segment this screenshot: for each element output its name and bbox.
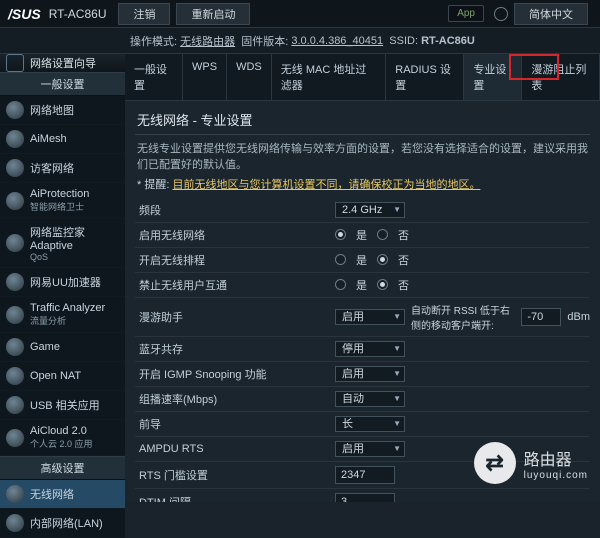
tab-2[interactable]: WDS: [227, 54, 272, 100]
label-ampdu: AMPDU RTS: [135, 443, 335, 455]
panel-title: 无线网络 - 专业设置: [125, 101, 600, 134]
sidebar-adv-item-1[interactable]: 内部网络(LAN): [0, 509, 125, 538]
main-panel: 一般设置WPSWDS无线 MAC 地址过滤器RADIUS 设置专业设置漫游阻止列…: [125, 54, 600, 502]
model-label: RT-AC86U: [49, 7, 119, 21]
roaming-select[interactable]: 启用: [335, 309, 405, 325]
app-link[interactable]: App: [448, 5, 484, 22]
roaming-rssi-input[interactable]: [521, 308, 561, 326]
bt-select[interactable]: 停用: [335, 341, 405, 357]
sidebar-item-1[interactable]: AiMesh: [0, 125, 125, 154]
label-enable-radio: 启用无线网络: [135, 227, 335, 243]
info-bar: 操作模式: 无线路由器 固件版本: 3.0.0.4.386_40451 SSID…: [0, 28, 600, 54]
section-general: 一般设置: [0, 72, 125, 96]
label-bt: 蓝牙共存: [135, 341, 335, 357]
tab-4[interactable]: RADIUS 设置: [386, 54, 464, 100]
sidebar-item-4[interactable]: 网络监控家 AdaptiveQoS: [0, 219, 125, 268]
label-band: 频段: [135, 202, 335, 218]
rssi-unit: dBm: [567, 311, 590, 323]
sidebar-item-3[interactable]: AiProtection智能网络卫士: [0, 183, 125, 219]
sidebar-item-9[interactable]: USB 相关应用: [0, 391, 125, 420]
watermark: ⇄ 路由器 luyouqi.com: [474, 442, 588, 484]
reboot-button[interactable]: 重新启动: [176, 3, 250, 25]
mcast-select[interactable]: 自动: [335, 391, 405, 407]
tab-6[interactable]: 漫游阻止列表: [522, 54, 600, 100]
sidebar-item-0[interactable]: 网络地图: [0, 96, 125, 125]
watermark-icon: ⇄: [474, 442, 516, 484]
sched-yes[interactable]: [335, 254, 346, 265]
label-dtim: DTIM 间隔: [135, 494, 335, 502]
mode-value[interactable]: 无线路由器: [180, 33, 235, 49]
panel-desc: 无线专业设置提供您无线网络传输与效率方面的设置，若您没有选择适合的设置，建议采用…: [125, 135, 600, 176]
sidebar-icon: [6, 273, 24, 291]
igmp-select[interactable]: 启用: [335, 366, 405, 382]
brand-logo: /SUS: [0, 6, 49, 22]
sched-no[interactable]: [377, 254, 388, 265]
fw-value[interactable]: 3.0.0.4.386_40451: [291, 35, 383, 47]
sidebar-icon: [6, 514, 24, 532]
sidebar: 网络设置向导 一般设置 网络地图AiMesh访客网络AiProtection智能…: [0, 54, 125, 502]
preamble-select[interactable]: 长: [335, 416, 405, 432]
dtim-input[interactable]: [335, 493, 395, 502]
ssid-value: RT-AC86U: [421, 35, 475, 47]
mode-label: 操作模式:: [130, 33, 177, 49]
isolate-no[interactable]: [377, 279, 388, 290]
label-igmp: 开启 IGMP Snooping 功能: [135, 366, 335, 382]
sidebar-icon: [6, 485, 24, 503]
sidebar-icon: [6, 192, 24, 210]
roaming-hint: 自动断开 RSSI 低于右侧的移动客户端开:: [411, 302, 515, 332]
sidebar-item-6[interactable]: Traffic Analyzer流量分析: [0, 297, 125, 333]
isolate-yes[interactable]: [335, 279, 346, 290]
sidebar-icon: [6, 396, 24, 414]
sidebar-icon: [6, 130, 24, 148]
panel-warn: * 提醒: 目前无线地区与您计算机设置不同，请确保校正为当地的地区。: [125, 176, 600, 198]
ampdu-select[interactable]: 启用: [335, 441, 405, 457]
sidebar-item-2[interactable]: 访客网络: [0, 154, 125, 183]
watermark-title: 路由器: [524, 446, 588, 470]
label-enable-sched: 开启无线排程: [135, 252, 335, 268]
sidebar-item-8[interactable]: Open NAT: [0, 362, 125, 391]
sidebar-adv-item-0[interactable]: 无线网络: [0, 480, 125, 509]
qis-label: 网络设置向导: [30, 55, 96, 71]
label-rts: RTS 门槛设置: [135, 467, 335, 483]
sidebar-icon: [6, 159, 24, 177]
ssid-label: SSID:: [389, 35, 418, 47]
sidebar-item-10[interactable]: AiCloud 2.0个人云 2.0 应用: [0, 420, 125, 456]
language-select[interactable]: 简体中文: [514, 3, 588, 25]
fw-label: 固件版本:: [241, 33, 288, 49]
watermark-url: luyouqi.com: [524, 470, 588, 481]
sidebar-icon: [6, 234, 24, 252]
wizard-icon: [6, 54, 24, 72]
qis-hero[interactable]: 网络设置向导: [0, 54, 125, 72]
globe-icon: [494, 7, 508, 21]
sidebar-item-5[interactable]: 网易UU加速器: [0, 268, 125, 297]
band-select[interactable]: 2.4 GHz: [335, 202, 405, 218]
enable-radio-no[interactable]: [377, 229, 388, 240]
warn-link[interactable]: 目前无线地区与您计算机设置不同，请确保校正为当地的地区。: [172, 179, 480, 191]
label-preamble: 前导: [135, 416, 335, 432]
sidebar-icon: [6, 338, 24, 356]
sidebar-icon: [6, 306, 24, 324]
label-roaming: 漫游助手: [135, 309, 335, 325]
sidebar-icon: [6, 367, 24, 385]
label-mcast: 组播速率(Mbps): [135, 391, 335, 407]
tab-3[interactable]: 无线 MAC 地址过滤器: [272, 54, 386, 100]
sidebar-icon: [6, 101, 24, 119]
tab-bar: 一般设置WPSWDS无线 MAC 地址过滤器RADIUS 设置专业设置漫游阻止列…: [125, 54, 600, 101]
section-advanced: 高级设置: [0, 456, 125, 480]
tab-1[interactable]: WPS: [183, 54, 227, 100]
logout-button[interactable]: 注销: [118, 3, 170, 25]
enable-radio-yes[interactable]: [335, 229, 346, 240]
sidebar-icon: [6, 429, 24, 447]
sidebar-item-7[interactable]: Game: [0, 333, 125, 362]
rts-input[interactable]: [335, 466, 395, 484]
label-isolate: 禁止无线用户互通: [135, 277, 335, 293]
tab-5[interactable]: 专业设置: [464, 54, 522, 100]
tab-0[interactable]: 一般设置: [125, 54, 183, 100]
